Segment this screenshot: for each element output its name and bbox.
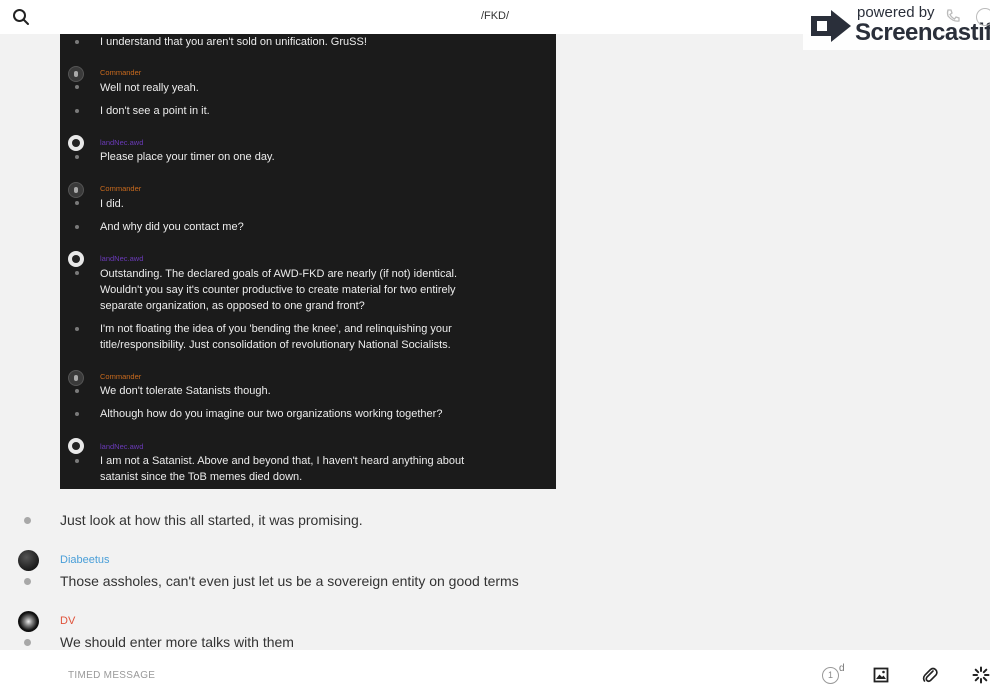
screencastify-watermark: powered by Screencastify	[803, 0, 990, 50]
ss-commander-avatar	[68, 66, 84, 82]
avatar-dv[interactable]	[18, 611, 39, 632]
ss-bullet	[75, 389, 79, 393]
ss-bullet	[75, 155, 79, 159]
info-icon[interactable]	[976, 8, 990, 26]
ss-bullet	[75, 40, 79, 44]
phone-icon[interactable]	[945, 8, 961, 24]
ss-bullet	[75, 327, 79, 331]
ss-line: satanist since the ToB memes died down.	[100, 471, 303, 483]
message-input[interactable]: TIMED MESSAGE	[68, 670, 155, 681]
ss-bullet	[75, 201, 79, 205]
ss-line: I understand that you aren't sold on uni…	[100, 36, 367, 48]
ss-line: Well not really yeah.	[100, 82, 199, 94]
ss-bullet	[75, 109, 79, 113]
ss-line: Although how do you imagine our two orga…	[100, 408, 443, 420]
ss-other-avatar	[68, 438, 84, 454]
avatar-diabeetus[interactable]	[18, 550, 39, 571]
ss-bullet	[75, 459, 79, 463]
ss-line: We don't tolerate Satanists though.	[100, 385, 271, 397]
timer-icon[interactable]: 1	[822, 667, 839, 684]
ss-commander-name: Commander	[100, 184, 142, 193]
ss-commander-avatar	[68, 182, 84, 198]
ss-line: I don't see a point in it.	[100, 105, 210, 117]
attach-icon[interactable]	[922, 666, 938, 684]
ss-line: And why did you contact me?	[100, 221, 244, 233]
ss-other-avatar	[68, 135, 84, 151]
message-composer: TIMED MESSAGE 1 d	[0, 650, 990, 700]
ss-commander-name: Commander	[100, 372, 142, 381]
message-text: We should enter more talks with them	[60, 634, 294, 650]
message-bullet	[24, 578, 31, 585]
ss-other-avatar	[68, 251, 84, 267]
loading-spinner-icon	[972, 666, 990, 684]
ss-other-name: landNec.awd	[100, 254, 144, 263]
timer-unit: d	[839, 663, 845, 674]
message-text: Those assholes, can't even just let us b…	[60, 573, 519, 589]
screencastify-logo-icon	[811, 10, 851, 42]
ss-commander-avatar	[68, 370, 84, 386]
ss-line: I am not a Satanist. Above and beyond th…	[100, 455, 465, 467]
ss-line: I did.	[100, 198, 124, 210]
image-icon[interactable]	[873, 667, 889, 683]
author-name[interactable]: DV	[60, 615, 75, 627]
ss-line: Outstanding. The declared goals of AWD-F…	[100, 268, 458, 280]
ss-line: separate organization, as opposed to one…	[100, 300, 365, 312]
author-name[interactable]: Diabeetus	[60, 554, 110, 566]
ss-line: Please place your timer on one day.	[100, 151, 275, 163]
ss-bullet	[75, 412, 79, 416]
ss-commander-name: Commander	[100, 68, 142, 77]
watermark-brand: Screencastify	[855, 19, 990, 46]
shared-screenshot-image: I understand that you aren't sold on uni…	[60, 34, 556, 489]
ss-line: Wouldn't you say it's counter productive…	[100, 284, 456, 296]
message-bullet	[24, 517, 31, 524]
ss-other-name: landNec.awd	[100, 138, 144, 147]
ss-line: title/responsibility. Just consolidation…	[100, 339, 451, 351]
ss-bullet	[75, 225, 79, 229]
ss-other-name: landNec.awd	[100, 442, 144, 451]
message-bullet	[24, 639, 31, 646]
message-text: Just look at how this all started, it wa…	[60, 512, 363, 528]
ss-bullet	[75, 271, 79, 275]
ss-bullet	[75, 85, 79, 89]
ss-line: I'm not floating the idea of you 'bendin…	[100, 323, 452, 335]
